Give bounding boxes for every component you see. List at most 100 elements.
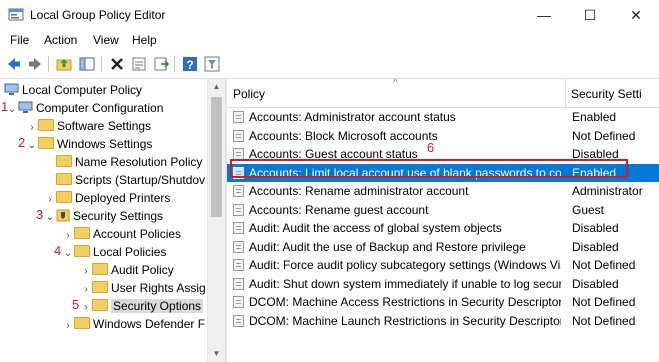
policy-name: DCOM: Machine Launch Restrictions in Sec… (249, 313, 561, 328)
policy-setting-icon (233, 277, 244, 290)
step-marker-5: 5 (72, 297, 80, 312)
column-header-security-setting[interactable]: Security Setti (571, 87, 642, 101)
policy-name: Audit: Audit the use of Backup and Resto… (249, 239, 526, 254)
menu-action[interactable]: Action (44, 33, 77, 47)
security-setting-value: Disabled (572, 276, 619, 291)
policy-setting-icon (233, 203, 244, 216)
tree-item-security-settings[interactable]: ⌄ Security Settings (44, 207, 163, 225)
security-setting-value: Administrator (572, 184, 643, 198)
tree-item-label: Audit Policy (111, 263, 174, 277)
policy-name: Audit: Force audit policy subcategory se… (249, 258, 561, 272)
forward-icon[interactable] (26, 55, 44, 73)
toolbar-separator (48, 56, 49, 72)
table-row[interactable]: Accounts: Guest account status Disabled (227, 145, 659, 164)
tree-item-user-rights-assignment[interactable]: › User Rights Assig (80, 279, 206, 297)
tree-item-label: Name Resolution Policy (75, 155, 203, 169)
security-setting-value: Not Defined (572, 313, 636, 328)
filter-icon[interactable] (203, 55, 221, 73)
list-header: ^ Policy Security Setti (227, 79, 659, 108)
security-setting-value: Disabled (572, 147, 619, 161)
delete-icon[interactable] (108, 55, 126, 73)
policy-setting-icon (233, 259, 244, 271)
tree-item-label: Software Settings (57, 119, 152, 133)
policy-name: Accounts: Block Microsoft accounts (249, 128, 438, 143)
up-folder-icon[interactable] (55, 55, 73, 73)
tree-item-name-resolution-policy[interactable]: Name Resolution Policy (44, 153, 202, 171)
tree-item-computer-configuration[interactable]: ⌄ Computer Configuration (6, 99, 164, 117)
tree-item-deployed-printers[interactable]: › Deployed Printers (44, 189, 170, 207)
tree-item-label: Windows Settings (57, 137, 153, 151)
tree-item-label: Local Computer Policy (22, 83, 143, 97)
help-icon[interactable]: ? (181, 55, 199, 73)
column-header-policy[interactable]: Policy (233, 87, 265, 101)
chevron-down-icon[interactable]: ⌄ (44, 209, 56, 227)
tree-item-security-options[interactable]: › Security Options (80, 297, 204, 315)
back-icon[interactable] (5, 55, 23, 73)
tree-item-label: Security Settings (73, 209, 164, 223)
maximize-button[interactable]: ☐ (567, 0, 613, 30)
policy-setting-icon (233, 296, 244, 308)
tree-item-label: Computer Configuration (36, 101, 164, 115)
policy-name: Accounts: Rename guest account (249, 202, 429, 217)
folder-icon (56, 155, 72, 167)
minimize-button[interactable]: — (521, 0, 567, 30)
close-button[interactable]: ✕ (613, 0, 659, 30)
tree-item-scripts[interactable]: Scripts (Startup/Shutdov (44, 171, 205, 189)
menu-file[interactable]: File (10, 33, 29, 47)
svg-text:?: ? (186, 58, 193, 72)
policy-setting-icon (233, 129, 244, 142)
policy-setting-icon (233, 240, 244, 253)
chevron-down-icon[interactable]: ⌄ (62, 245, 74, 263)
menu-bar: File Action View Help (0, 30, 659, 50)
show-hide-tree-icon[interactable] (78, 55, 96, 73)
export-icon[interactable] (152, 55, 170, 73)
table-row[interactable]: Accounts: Rename guest account Guest (227, 201, 659, 220)
table-row[interactable]: Audit: Audit the use of Backup and Resto… (227, 238, 659, 257)
group-policy-app-icon (8, 8, 24, 21)
toolbar: ? (0, 50, 659, 79)
tree-item-label: Account Policies (93, 227, 182, 241)
menu-help[interactable]: Help (132, 33, 157, 47)
policy-name: Audit: Audit the access of global system… (249, 221, 502, 235)
scroll-up-icon[interactable]: ▲ (208, 79, 225, 95)
tree-scrollbar[interactable]: ▲ ▼ (207, 79, 225, 362)
policy-setting-icon (233, 166, 244, 179)
table-row[interactable]: Accounts: Administrator account status En… (227, 108, 659, 127)
tree-item-windows-defender-firewall[interactable]: › Windows Defender F (62, 315, 205, 333)
table-row[interactable]: Accounts: Block Microsoft accounts Not De… (227, 127, 659, 146)
policy-name: Accounts: Rename administrator account (249, 184, 469, 198)
menu-view[interactable]: View (93, 33, 119, 47)
tree-item-account-policies[interactable]: › Account Policies (62, 225, 181, 243)
step-marker-4: 4 (54, 243, 62, 258)
scrollbar-thumb[interactable] (211, 97, 222, 217)
toolbar-separator (101, 56, 102, 72)
table-row[interactable]: Audit: Force audit policy subcategory se… (227, 256, 659, 275)
policy-list: ^ Policy Security Setti Accounts: Admini… (227, 79, 659, 362)
column-separator[interactable] (565, 79, 566, 107)
tree-item-local-policies[interactable]: ⌄ Local Policies (62, 243, 166, 261)
tree-item-software-settings[interactable]: › Software Settings (26, 117, 151, 135)
chevron-right-icon[interactable]: › (62, 317, 74, 335)
properties-icon[interactable] (130, 55, 148, 73)
step-marker-2: 2 (18, 135, 26, 150)
policy-name: DCOM: Machine Access Restrictions in Sec… (249, 295, 561, 309)
table-row[interactable]: Audit: Audit the access of global system… (227, 219, 659, 238)
security-setting-value: Enabled (572, 110, 617, 124)
table-row[interactable]: Accounts: Limit local account use of bla… (227, 163, 659, 182)
table-row[interactable]: Audit: Shut down system immediately if u… (227, 275, 659, 294)
table-row[interactable]: Accounts: Rename administrator account Ad… (227, 182, 659, 201)
tree-item-local-computer-policy[interactable]: Local Computer Policy (4, 81, 142, 99)
table-row[interactable]: DCOM: Machine Access Restrictions in Sec… (227, 293, 659, 312)
tree-item-label: Scripts (Startup/Shutdov (75, 173, 206, 187)
tree-item-label: User Rights Assig (111, 281, 206, 295)
computer-icon (4, 83, 19, 95)
table-row[interactable]: DCOM: Machine Launch Restrictions in Sec… (227, 312, 659, 331)
scroll-down-icon[interactable]: ▼ (208, 346, 225, 362)
policy-setting-icon (233, 222, 244, 234)
chevron-down-icon[interactable]: ⌄ (26, 137, 38, 155)
tree-item-windows-settings[interactable]: ⌄ Windows Settings (26, 135, 152, 153)
policy-name: Accounts: Guest account status (249, 147, 418, 161)
step-marker-1: 1 (1, 99, 9, 114)
tree-item-audit-policy[interactable]: › Audit Policy (80, 261, 174, 279)
security-setting-value: Not Defined (572, 128, 636, 143)
